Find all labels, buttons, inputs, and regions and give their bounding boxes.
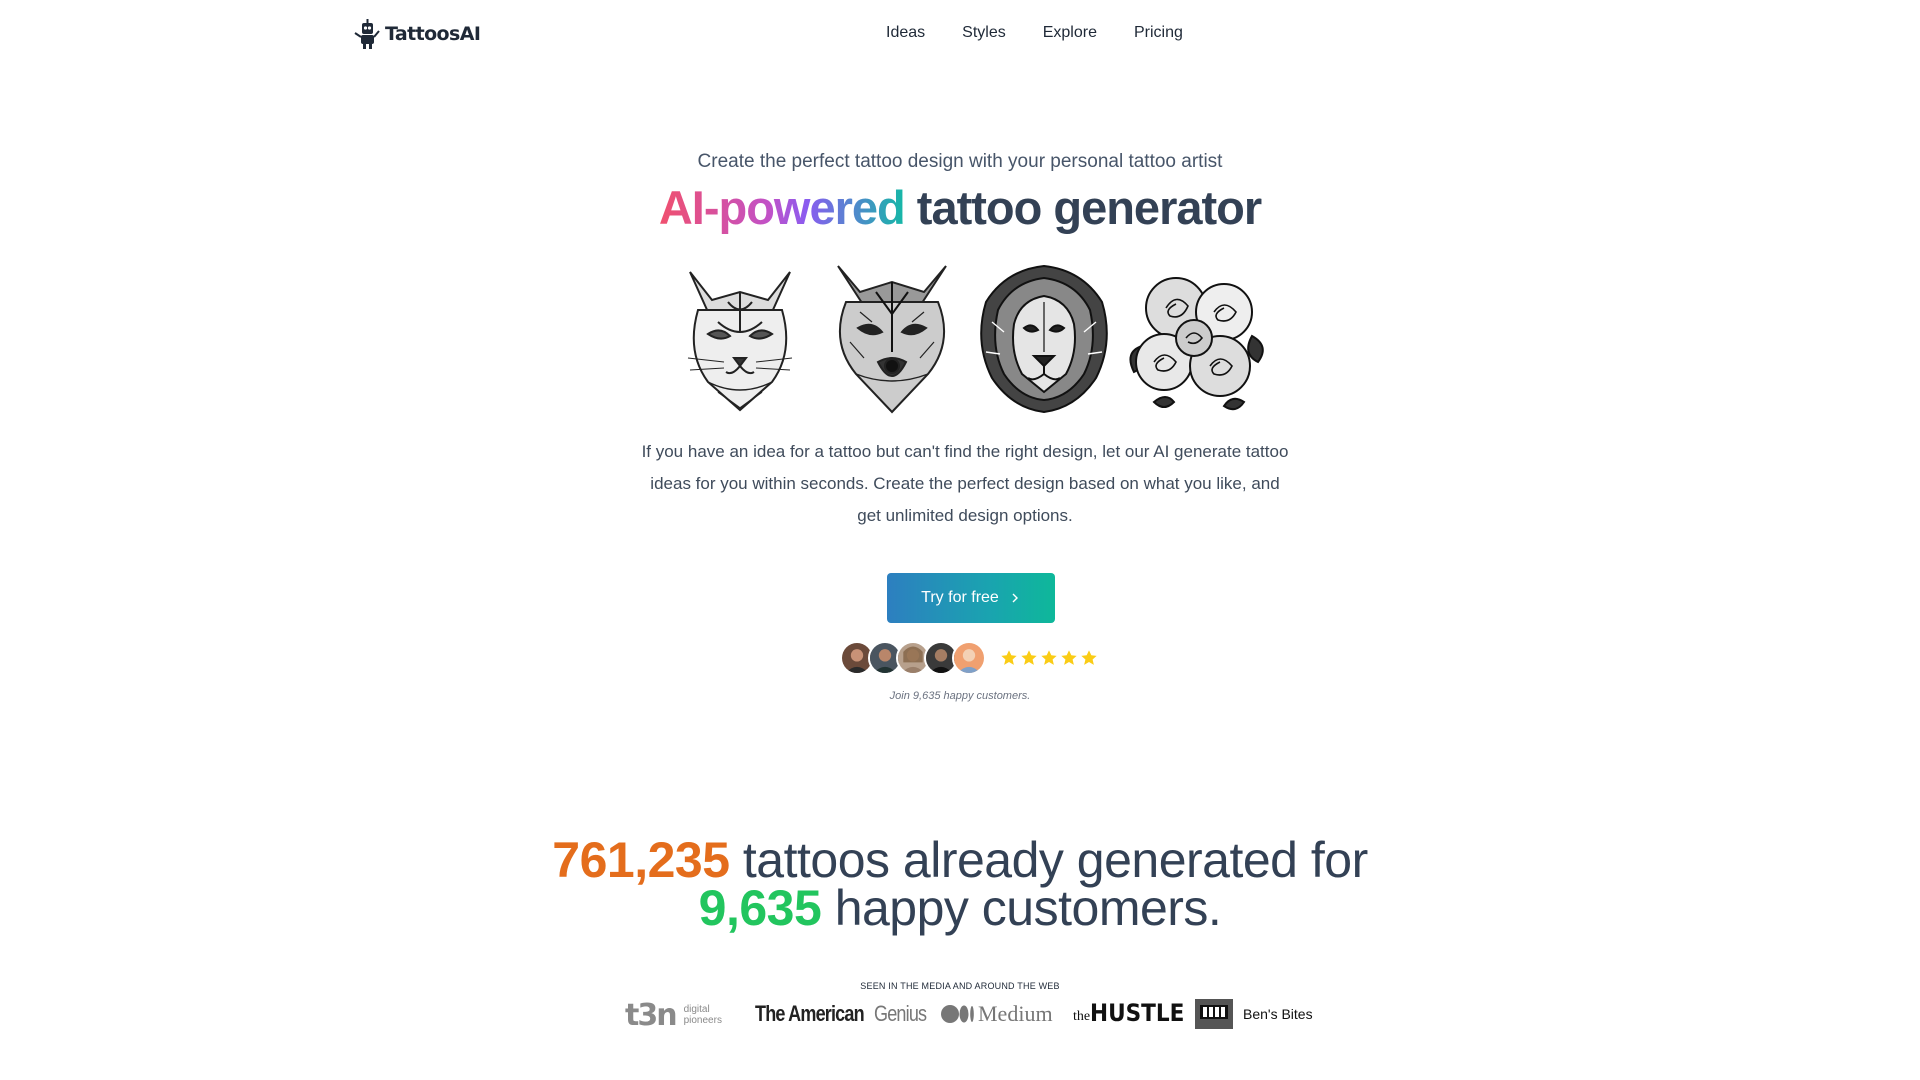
bens-bites-logo[interactable]: Ben's Bites: [1195, 999, 1313, 1029]
tattoo-examples: [668, 262, 1268, 414]
hustle-the: the: [1073, 1009, 1091, 1024]
site-header: TattoosAI Ideas Styles Explore Pricing: [0, 0, 1920, 68]
customers-count: 9,635: [698, 880, 822, 936]
chevron-right-icon: [1012, 593, 1018, 603]
t3n-tagline-line2: pioneers: [683, 1015, 722, 1026]
star-icon: [1061, 650, 1077, 665]
media-logos: t3n digital pioneers The American Genius…: [625, 995, 1325, 1039]
brand-logo[interactable]: TattoosAI: [353, 18, 481, 50]
avatar: [952, 641, 986, 675]
stats-line-2: 9,635 happy customers.: [0, 883, 1920, 933]
hustle-main: HUSTLE: [1090, 999, 1185, 1027]
hero-title: AI-powered tattoo generator: [0, 180, 1920, 235]
media-label: SEEN IN THE MEDIA AND AROUND THE WEB: [860, 981, 1060, 991]
star-icon: [1081, 650, 1097, 665]
main-nav: Ideas Styles Explore Pricing: [886, 24, 1183, 42]
t3n-tagline: digital pioneers: [684, 1004, 722, 1026]
star-icon: [1041, 650, 1057, 665]
join-customers-text: Join 9,635 happy customers.: [889, 690, 1031, 702]
hero-subtitle: Create the perfect tattoo design with yo…: [697, 151, 1223, 172]
stats-line-1: 761,235 tattoos already generated for: [0, 835, 1920, 885]
american-genius-text-a: The American: [755, 1001, 865, 1026]
brand-name: TattoosAI: [385, 23, 481, 45]
star-icon: [1021, 650, 1037, 665]
hero-title-rest: tattoo generator: [904, 181, 1262, 234]
nav-styles[interactable]: Styles: [962, 24, 1006, 42]
stats-headline: 761,235 tattoos already generated for 9,…: [0, 835, 1920, 933]
lion-tattoo-image: [980, 264, 1108, 414]
t3n-logo[interactable]: t3n digital pioneers: [625, 995, 722, 1035]
try-for-free-button[interactable]: Try for free: [887, 573, 1055, 623]
hero-description: If you have an idea for a tattoo but can…: [641, 442, 1289, 525]
customers-text: happy customers.: [821, 880, 1222, 936]
bens-bites-text: Ben's Bites: [1243, 1006, 1313, 1022]
medium-logo[interactable]: Medium: [941, 1001, 1053, 1027]
nav-ideas[interactable]: Ideas: [886, 24, 925, 42]
nav-pricing[interactable]: Pricing: [1134, 24, 1183, 42]
roses-tattoo-image: [1129, 277, 1264, 411]
t3n-wordmark: t3n: [625, 997, 678, 1033]
star-icon: [1001, 650, 1017, 665]
medium-text: Medium: [978, 1001, 1053, 1026]
robot-logo-icon: [354, 19, 380, 49]
customer-avatars: [840, 641, 986, 675]
nav-explore[interactable]: Explore: [1043, 24, 1097, 42]
hero-title-highlight: AI-powered: [658, 181, 906, 234]
bens-bites-icon: [1195, 999, 1233, 1029]
rating-stars: [1000, 649, 1098, 667]
t3n-tagline-line1: digital: [683, 1004, 710, 1015]
the-hustle-logo[interactable]: the HUSTLE: [1073, 997, 1195, 1029]
american-genius-text-b: Genius: [873, 1001, 927, 1026]
wolf-tattoo-image: [837, 265, 947, 414]
medium-icon: [941, 1005, 974, 1023]
american-genius-logo[interactable]: The American Genius: [755, 999, 937, 1029]
social-proof: [840, 641, 1098, 675]
cat-tattoo-image: [687, 271, 793, 412]
cta-label: Try for free: [921, 589, 999, 606]
